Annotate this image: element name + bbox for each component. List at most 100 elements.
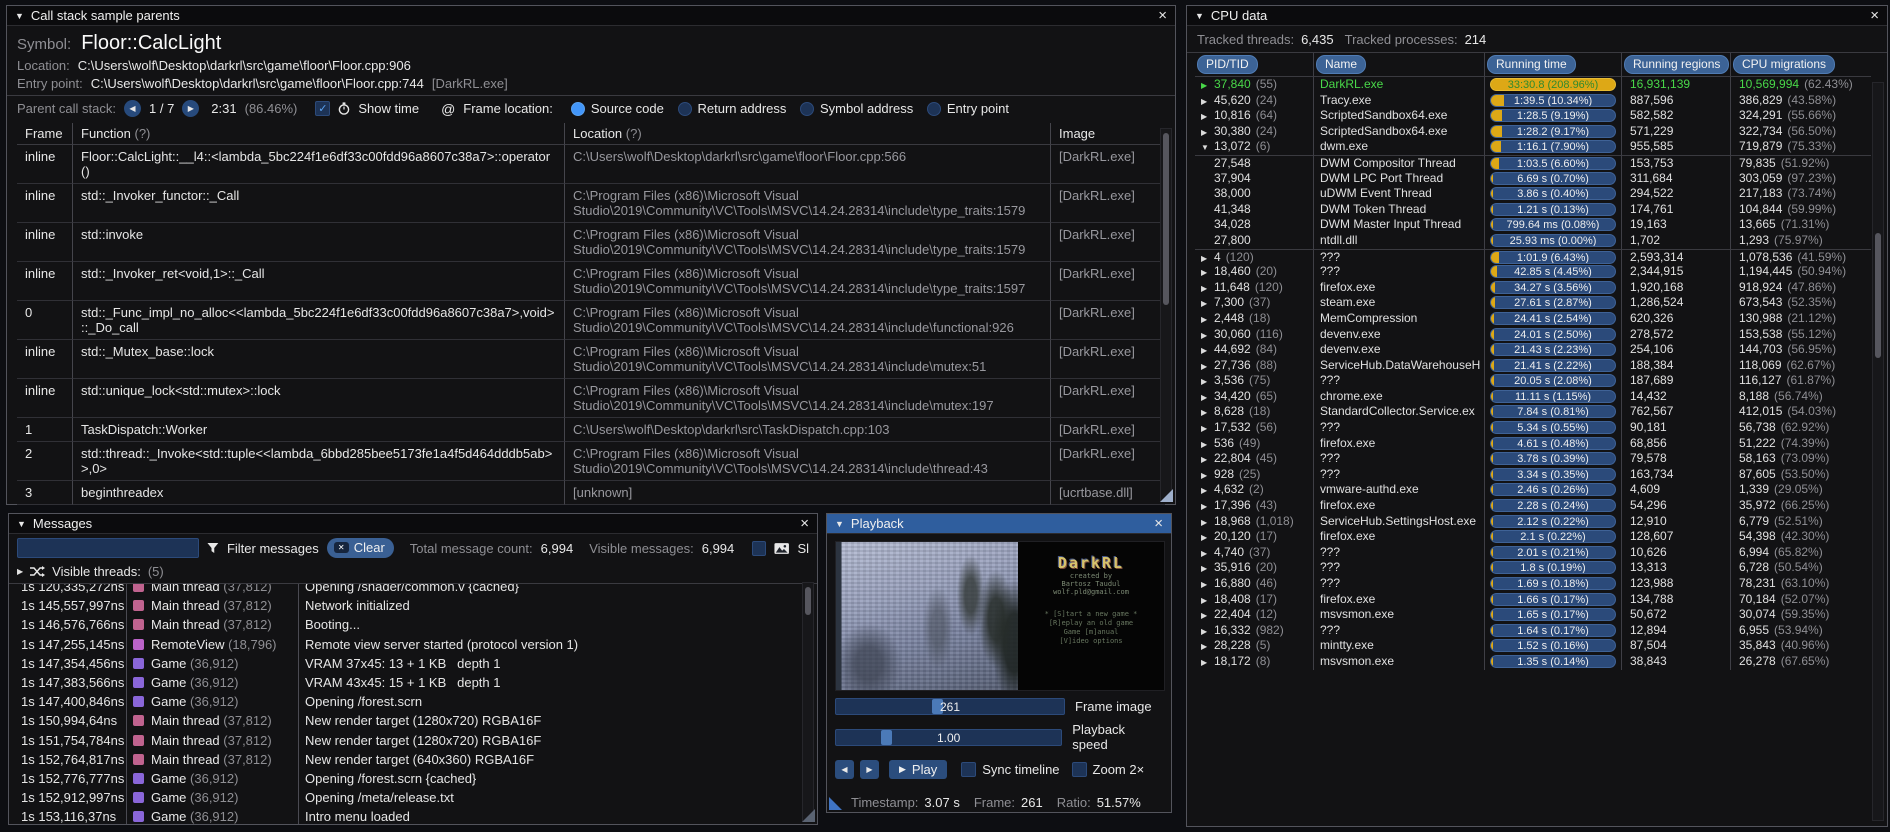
cpu-row[interactable]: ▶ 16,880 (46) ??? 1.69 s (0.18%) 123,988 7… — [1195, 576, 1887, 592]
close-icon[interactable]: × — [1870, 8, 1879, 23]
cpu-row[interactable]: ▶ 18,408 (17) firefox.exe 1.66 s (0.17%) 1… — [1195, 591, 1887, 608]
cpu-row[interactable]: ▶ 16,332 (982) ??? 1.64 s (0.17%) 12,894 6… — [1195, 622, 1887, 639]
help-icon[interactable]: (?) — [135, 126, 151, 141]
cpu-row[interactable]: ▶ 18,172 (8) msvsmon.exe 1.35 s (0.14%) 38… — [1195, 653, 1887, 670]
expand-icon[interactable]: ▶ — [1201, 251, 1214, 265]
expand-icon[interactable]: ▶ — [1201, 328, 1214, 343]
expand-icon[interactable]: ▶ — [1201, 546, 1214, 561]
expand-icon[interactable]: ▶ — [17, 567, 23, 576]
cpu-row[interactable]: ▶ 18,968 (1,018) ServiceHub.SettingsHost.e… — [1195, 513, 1887, 530]
expand-icon[interactable]: ▶ — [1201, 452, 1214, 467]
next-stack-button[interactable]: ▶ — [182, 100, 200, 117]
cpu-row[interactable]: ▶ 18,460 (20) ??? 42.85 s (4.45%) 2,344,91… — [1195, 264, 1887, 280]
cpu-row[interactable]: 34,028 DWM Master Input Thread 799.64 ms… — [1195, 217, 1887, 233]
expand-icon[interactable]: ▶ — [1201, 296, 1214, 311]
zoom-2x-checkbox[interactable] — [1071, 762, 1087, 777]
message-row[interactable]: 1s 147,400,846ns Game (36,912) Opening /… — [9, 692, 817, 712]
resize-grip[interactable] — [802, 809, 815, 822]
close-icon[interactable]: × — [800, 516, 809, 531]
show-time-checkbox[interactable]: ✓ — [315, 101, 331, 116]
resize-grip[interactable] — [829, 797, 842, 810]
expand-icon[interactable]: ▶ — [1201, 405, 1214, 420]
cpu-row[interactable]: ▶ 8,628 (18) StandardCollector.Service.ex … — [1195, 404, 1887, 421]
radio-icon[interactable] — [926, 102, 941, 116]
col-frame[interactable]: Frame — [17, 123, 73, 145]
column-sort-button[interactable]: Running regions — [1624, 55, 1730, 74]
cpu-row[interactable]: ▶ 30,380 (24) ScriptedSandbox64.exe 1:28.2… — [1195, 123, 1887, 140]
callstack-row[interactable]: 1 TaskDispatch::Worker C:\Users\wolf\Des… — [17, 418, 1165, 442]
expand-icon[interactable]: ▶ — [1201, 281, 1214, 296]
callstack-row[interactable]: inline Floor::CalcLight::__l4::<lambda_5… — [17, 145, 1165, 184]
expand-icon[interactable]: ▶ — [1201, 437, 1214, 452]
cpu-row[interactable]: ▶ 2,448 (18) MemCompression 24.41 s (2.54%… — [1195, 310, 1887, 327]
expand-icon[interactable]: ▶ — [1201, 624, 1214, 639]
expand-icon[interactable]: ▶ — [1201, 530, 1214, 545]
expand-icon[interactable]: ▶ — [1201, 608, 1214, 623]
cpu-row[interactable]: ▶ 20,120 (17) firefox.exe 2.1 s (0.22%) 12… — [1195, 529, 1887, 545]
message-row[interactable]: 1s 153,116,37ns Game (36,912) Intro menu… — [9, 807, 817, 824]
cpu-row[interactable]: ▶ 10,816 (64) ScriptedSandbox64.exe 1:28.5… — [1195, 108, 1887, 124]
collapse-icon[interactable]: ▼ — [17, 519, 26, 529]
radio-icon[interactable] — [800, 102, 815, 116]
scrollbar-thumb[interactable] — [1163, 133, 1169, 305]
callstack-row[interactable]: inline std::_Mutex_base::lock C:\Program… — [17, 340, 1165, 379]
cpu-row[interactable]: 27,800 ntdll.dll 25.93 ms (0.00%) 1,702 … — [1195, 232, 1887, 249]
message-row[interactable]: 1s 147,354,456ns Game (36,912) VRAM 37x4… — [9, 653, 817, 673]
help-icon[interactable]: (?) — [626, 126, 642, 141]
cpu-row[interactable]: ▶ 11,648 (120) firefox.exe 34.27 s (3.56%)… — [1195, 279, 1887, 296]
expand-icon[interactable]: ▶ — [1201, 483, 1214, 498]
scrollbar[interactable] — [1160, 128, 1172, 502]
cpu-row[interactable]: ▶ 37,840 (55) DarkRL.exe 33:30.8 (208.96%)… — [1195, 77, 1887, 93]
message-row[interactable]: 1s 146,576,766ns Main thread (37,812) Bo… — [9, 615, 817, 635]
message-row[interactable]: 1s 151,754,784ns Main thread (37,812) Ne… — [9, 730, 817, 750]
cpu-row[interactable]: ▶ 3,536 (75) ??? 20.05 s (2.08%) 187,689 1… — [1195, 373, 1887, 389]
message-row[interactable]: 1s 147,383,566ns Game (36,912) VRAM 43x4… — [9, 672, 817, 693]
cpu-row[interactable]: ▶ 536 (49) firefox.exe 4.61 s (0.48%) 68,8… — [1195, 435, 1887, 452]
column-sort-button[interactable]: CPU migrations — [1733, 55, 1836, 74]
expand-icon[interactable]: ▶ — [1201, 577, 1214, 592]
callstack-row[interactable]: inline std::unique_lock<std::mutex>::loc… — [17, 379, 1165, 418]
expand-icon[interactable]: ▶ — [1201, 390, 1214, 405]
expand-icon[interactable]: ▶ — [1201, 421, 1214, 436]
cpu-row[interactable]: ▶ 30,060 (116) devenv.exe 24.01 s (2.50%) … — [1195, 326, 1887, 343]
clear-button[interactable]: ✕ Clear — [326, 538, 394, 558]
messages-titlebar[interactable]: ▼ Messages × — [9, 514, 817, 534]
playback-titlebar[interactable]: ▼ Playback × — [827, 514, 1171, 534]
cpu-row[interactable]: ▶ 28,228 (5) mintty.exe 1.52 s (0.16%) 87,… — [1195, 638, 1887, 654]
cpu-row[interactable]: ▶ 35,916 (20) ??? 1.8 s (0.19%) 13,313 6,7… — [1195, 560, 1887, 576]
message-row[interactable]: 1s 145,557,997ns Main thread (37,812) Ne… — [9, 596, 817, 616]
cpu-row[interactable]: 41,348 DWM Token Thread 1.21 s (0.13%) 1… — [1195, 201, 1887, 218]
column-sort-button[interactable]: Running time — [1487, 55, 1576, 74]
images-checkbox[interactable] — [752, 540, 767, 556]
play-button[interactable]: ▶ Play — [889, 760, 948, 779]
expand-icon[interactable]: ▶ — [1201, 374, 1214, 389]
sync-timeline-checkbox[interactable] — [961, 762, 977, 777]
col-function[interactable]: Function (?) — [73, 123, 565, 145]
cpu-row[interactable]: ▶ 34,420 (65) chrome.exe 11.11 s (1.15%) 1… — [1195, 388, 1887, 405]
radio-icon[interactable] — [570, 102, 585, 116]
message-row[interactable]: 1s 150,994,64ns Main thread (37,812) New… — [9, 711, 817, 731]
close-icon[interactable]: × — [1154, 516, 1163, 531]
expand-icon[interactable]: ▼ — [1201, 140, 1214, 155]
col-image[interactable]: Image — [1051, 123, 1165, 145]
expand-icon[interactable]: ▶ — [1201, 265, 1214, 280]
message-row[interactable]: 1s 152,912,997ns Game (36,912) Opening /… — [9, 788, 817, 808]
speed-slider-thumb[interactable] — [881, 729, 893, 745]
scrollbar-thumb[interactable] — [805, 587, 811, 615]
expand-icon[interactable]: ▶ — [1201, 499, 1214, 514]
column-sort-button[interactable]: PID/TID — [1197, 55, 1258, 74]
callstack-row[interactable]: inline std::_Invoker_ret<void,1>::_Call … — [17, 262, 1165, 301]
radio-option[interactable]: Source code — [570, 101, 664, 116]
step-forward-button[interactable]: ▶ — [860, 760, 879, 779]
collapse-icon[interactable]: ▼ — [835, 519, 844, 529]
cpu-titlebar[interactable]: ▼ CPU data × — [1187, 6, 1887, 26]
expand-icon[interactable]: ▶ — [1201, 359, 1214, 374]
expand-icon[interactable]: ▶ — [1201, 468, 1214, 483]
close-icon[interactable]: × — [1158, 8, 1167, 23]
expand-icon[interactable]: ▶ — [1201, 343, 1214, 358]
expand-icon[interactable]: ▶ — [1201, 639, 1214, 654]
expand-icon[interactable]: ▶ — [1201, 94, 1214, 109]
speed-slider[interactable]: 1.00 — [835, 728, 1063, 746]
radio-option[interactable]: Entry point — [926, 101, 1009, 116]
message-row[interactable]: 1s 120,335,272ns Main thread (37,812) Op… — [9, 584, 817, 597]
